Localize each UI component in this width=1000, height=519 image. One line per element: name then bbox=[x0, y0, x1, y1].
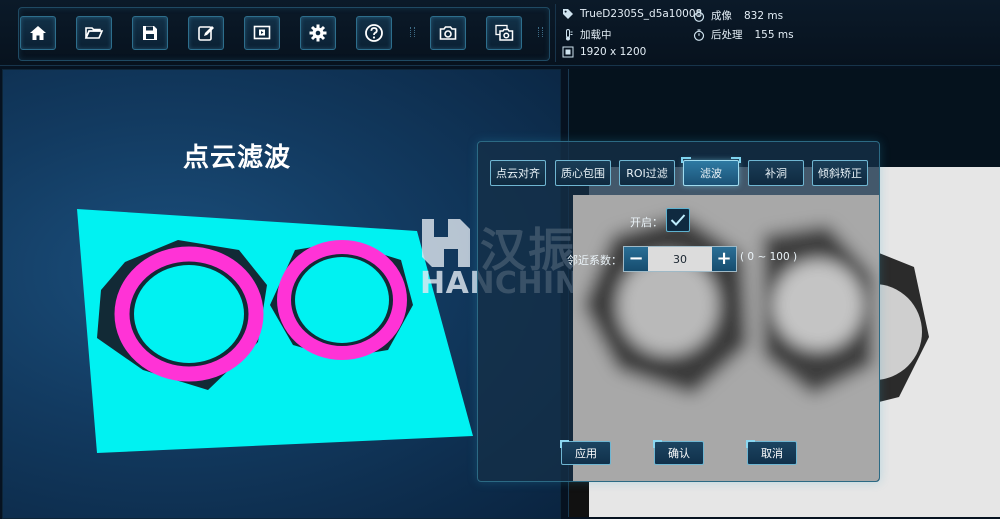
nut-left-hole bbox=[134, 265, 244, 363]
status-panel: TrueD2305S_d5a10008 加载中 1920 x 1200 成像 8… bbox=[555, 4, 1000, 62]
neighbor-label: 邻近系数： bbox=[567, 254, 622, 267]
resize-icon bbox=[562, 46, 574, 58]
home-button[interactable] bbox=[20, 16, 56, 50]
device-status: TrueD2305S_d5a10008 bbox=[562, 8, 702, 20]
resolution-status: 1920 x 1200 bbox=[562, 46, 646, 58]
toolbar: TrueD2305S_d5a10008 加载中 1920 x 1200 成像 8… bbox=[0, 0, 1000, 66]
hanchine-logo bbox=[422, 219, 470, 267]
edit-button[interactable] bbox=[188, 16, 224, 50]
enable-checkbox[interactable] bbox=[666, 208, 690, 232]
thermometer-icon bbox=[566, 28, 573, 40]
resolution: 1920 x 1200 bbox=[580, 46, 647, 58]
tag-icon bbox=[563, 9, 573, 19]
dialog-preview-image bbox=[573, 195, 879, 481]
multi-camera-icon bbox=[495, 24, 514, 41]
imaging-time: 832 ms bbox=[744, 9, 784, 22]
cancel-button[interactable]: 取消 bbox=[746, 440, 797, 465]
decrement-button[interactable]: − bbox=[624, 247, 648, 271]
tab-hole-fill[interactable]: 补洞 bbox=[748, 160, 804, 186]
capture-button[interactable] bbox=[430, 16, 466, 50]
stopwatch-icon bbox=[693, 9, 705, 22]
toolbar-separator bbox=[538, 27, 543, 37]
folder-open-icon bbox=[84, 27, 104, 39]
tab-alignment[interactable]: 点云对齐 bbox=[490, 160, 546, 186]
edit-icon bbox=[198, 26, 214, 41]
page-title: 点云滤波 bbox=[183, 143, 292, 173]
plus-icon: + bbox=[716, 248, 732, 269]
enable-label: 开启： bbox=[630, 216, 663, 229]
tab-centroid[interactable]: 质心包围 bbox=[555, 160, 611, 186]
multi-capture-button[interactable] bbox=[486, 16, 522, 50]
checkmark-icon bbox=[670, 214, 686, 226]
imaging-label: 成像 bbox=[711, 10, 732, 22]
device-id: TrueD2305S_d5a10008 bbox=[580, 8, 703, 20]
settings-button[interactable] bbox=[300, 16, 336, 50]
stopwatch-icon bbox=[693, 28, 705, 41]
tab-tilt-correction[interactable]: 倾斜矫正 bbox=[812, 160, 868, 186]
postprocess-label: 后处理 bbox=[711, 29, 743, 41]
range-hint: ( 0 ~ 100 ) bbox=[740, 251, 798, 263]
filter-dialog: 点云对齐 质心包围 ROI过滤 滤波 补洞 倾斜矫正 开启： 邻近系数： − 3… bbox=[477, 141, 880, 482]
tab-roi-filter[interactable]: ROI过滤 bbox=[619, 160, 675, 186]
camera-icon bbox=[439, 26, 457, 40]
gear-icon bbox=[309, 24, 327, 42]
neighbor-stepper: − 30 + bbox=[623, 246, 737, 272]
neighbor-input[interactable]: 30 bbox=[648, 247, 712, 271]
open-folder-button[interactable] bbox=[76, 16, 112, 50]
minus-icon: − bbox=[628, 248, 644, 269]
image-icon bbox=[253, 25, 271, 40]
help-button[interactable] bbox=[356, 16, 392, 50]
help-icon bbox=[365, 24, 383, 42]
apply-button[interactable]: 应用 bbox=[560, 440, 611, 465]
increment-button[interactable]: + bbox=[712, 247, 736, 271]
load-status: 加载中 bbox=[562, 27, 612, 42]
nut-right-hole bbox=[295, 257, 389, 343]
postprocess-status: 后处理 155 ms bbox=[693, 27, 794, 42]
confirm-button[interactable]: 确认 bbox=[653, 440, 704, 465]
load-state: 加载中 bbox=[580, 29, 612, 41]
home-icon bbox=[30, 26, 46, 40]
toolbar-separator bbox=[410, 27, 415, 37]
tab-filter[interactable]: 滤波 bbox=[681, 157, 741, 186]
imaging-status: 成像 832 ms bbox=[693, 8, 783, 23]
save-icon bbox=[143, 26, 157, 40]
save-button[interactable] bbox=[132, 16, 168, 50]
postprocess-time: 155 ms bbox=[754, 28, 794, 41]
image-button[interactable] bbox=[244, 16, 280, 50]
